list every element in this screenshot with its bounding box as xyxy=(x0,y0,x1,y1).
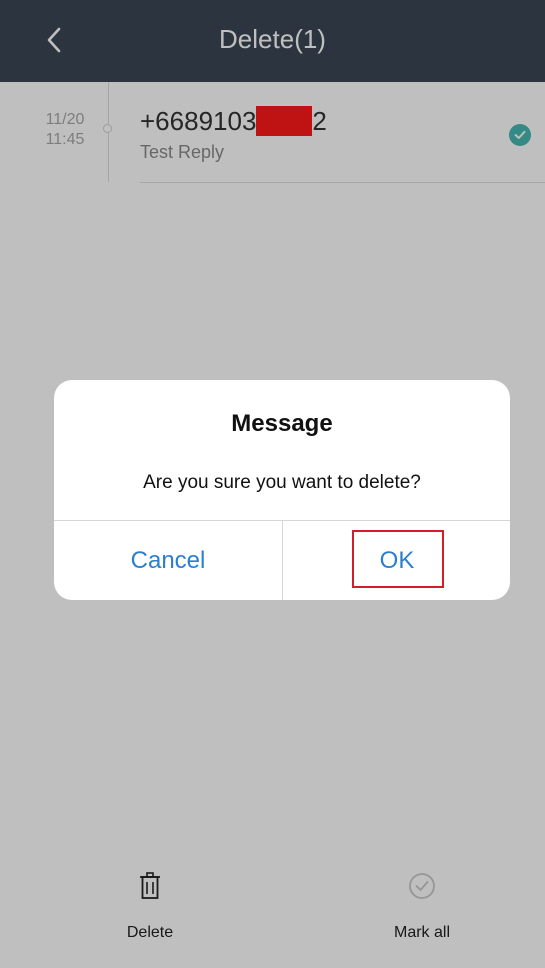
ok-button[interactable]: OK xyxy=(283,521,510,600)
app-screen: Delete(1) 11/20 11:45 +6689103 2 Test Rep… xyxy=(0,0,545,968)
dialog-title: Message xyxy=(231,410,333,437)
confirm-dialog: Message Are you sure you want to delete?… xyxy=(54,380,510,600)
dialog-message: Are you sure you want to delete? xyxy=(143,472,421,493)
cancel-button[interactable]: Cancel xyxy=(54,521,282,600)
